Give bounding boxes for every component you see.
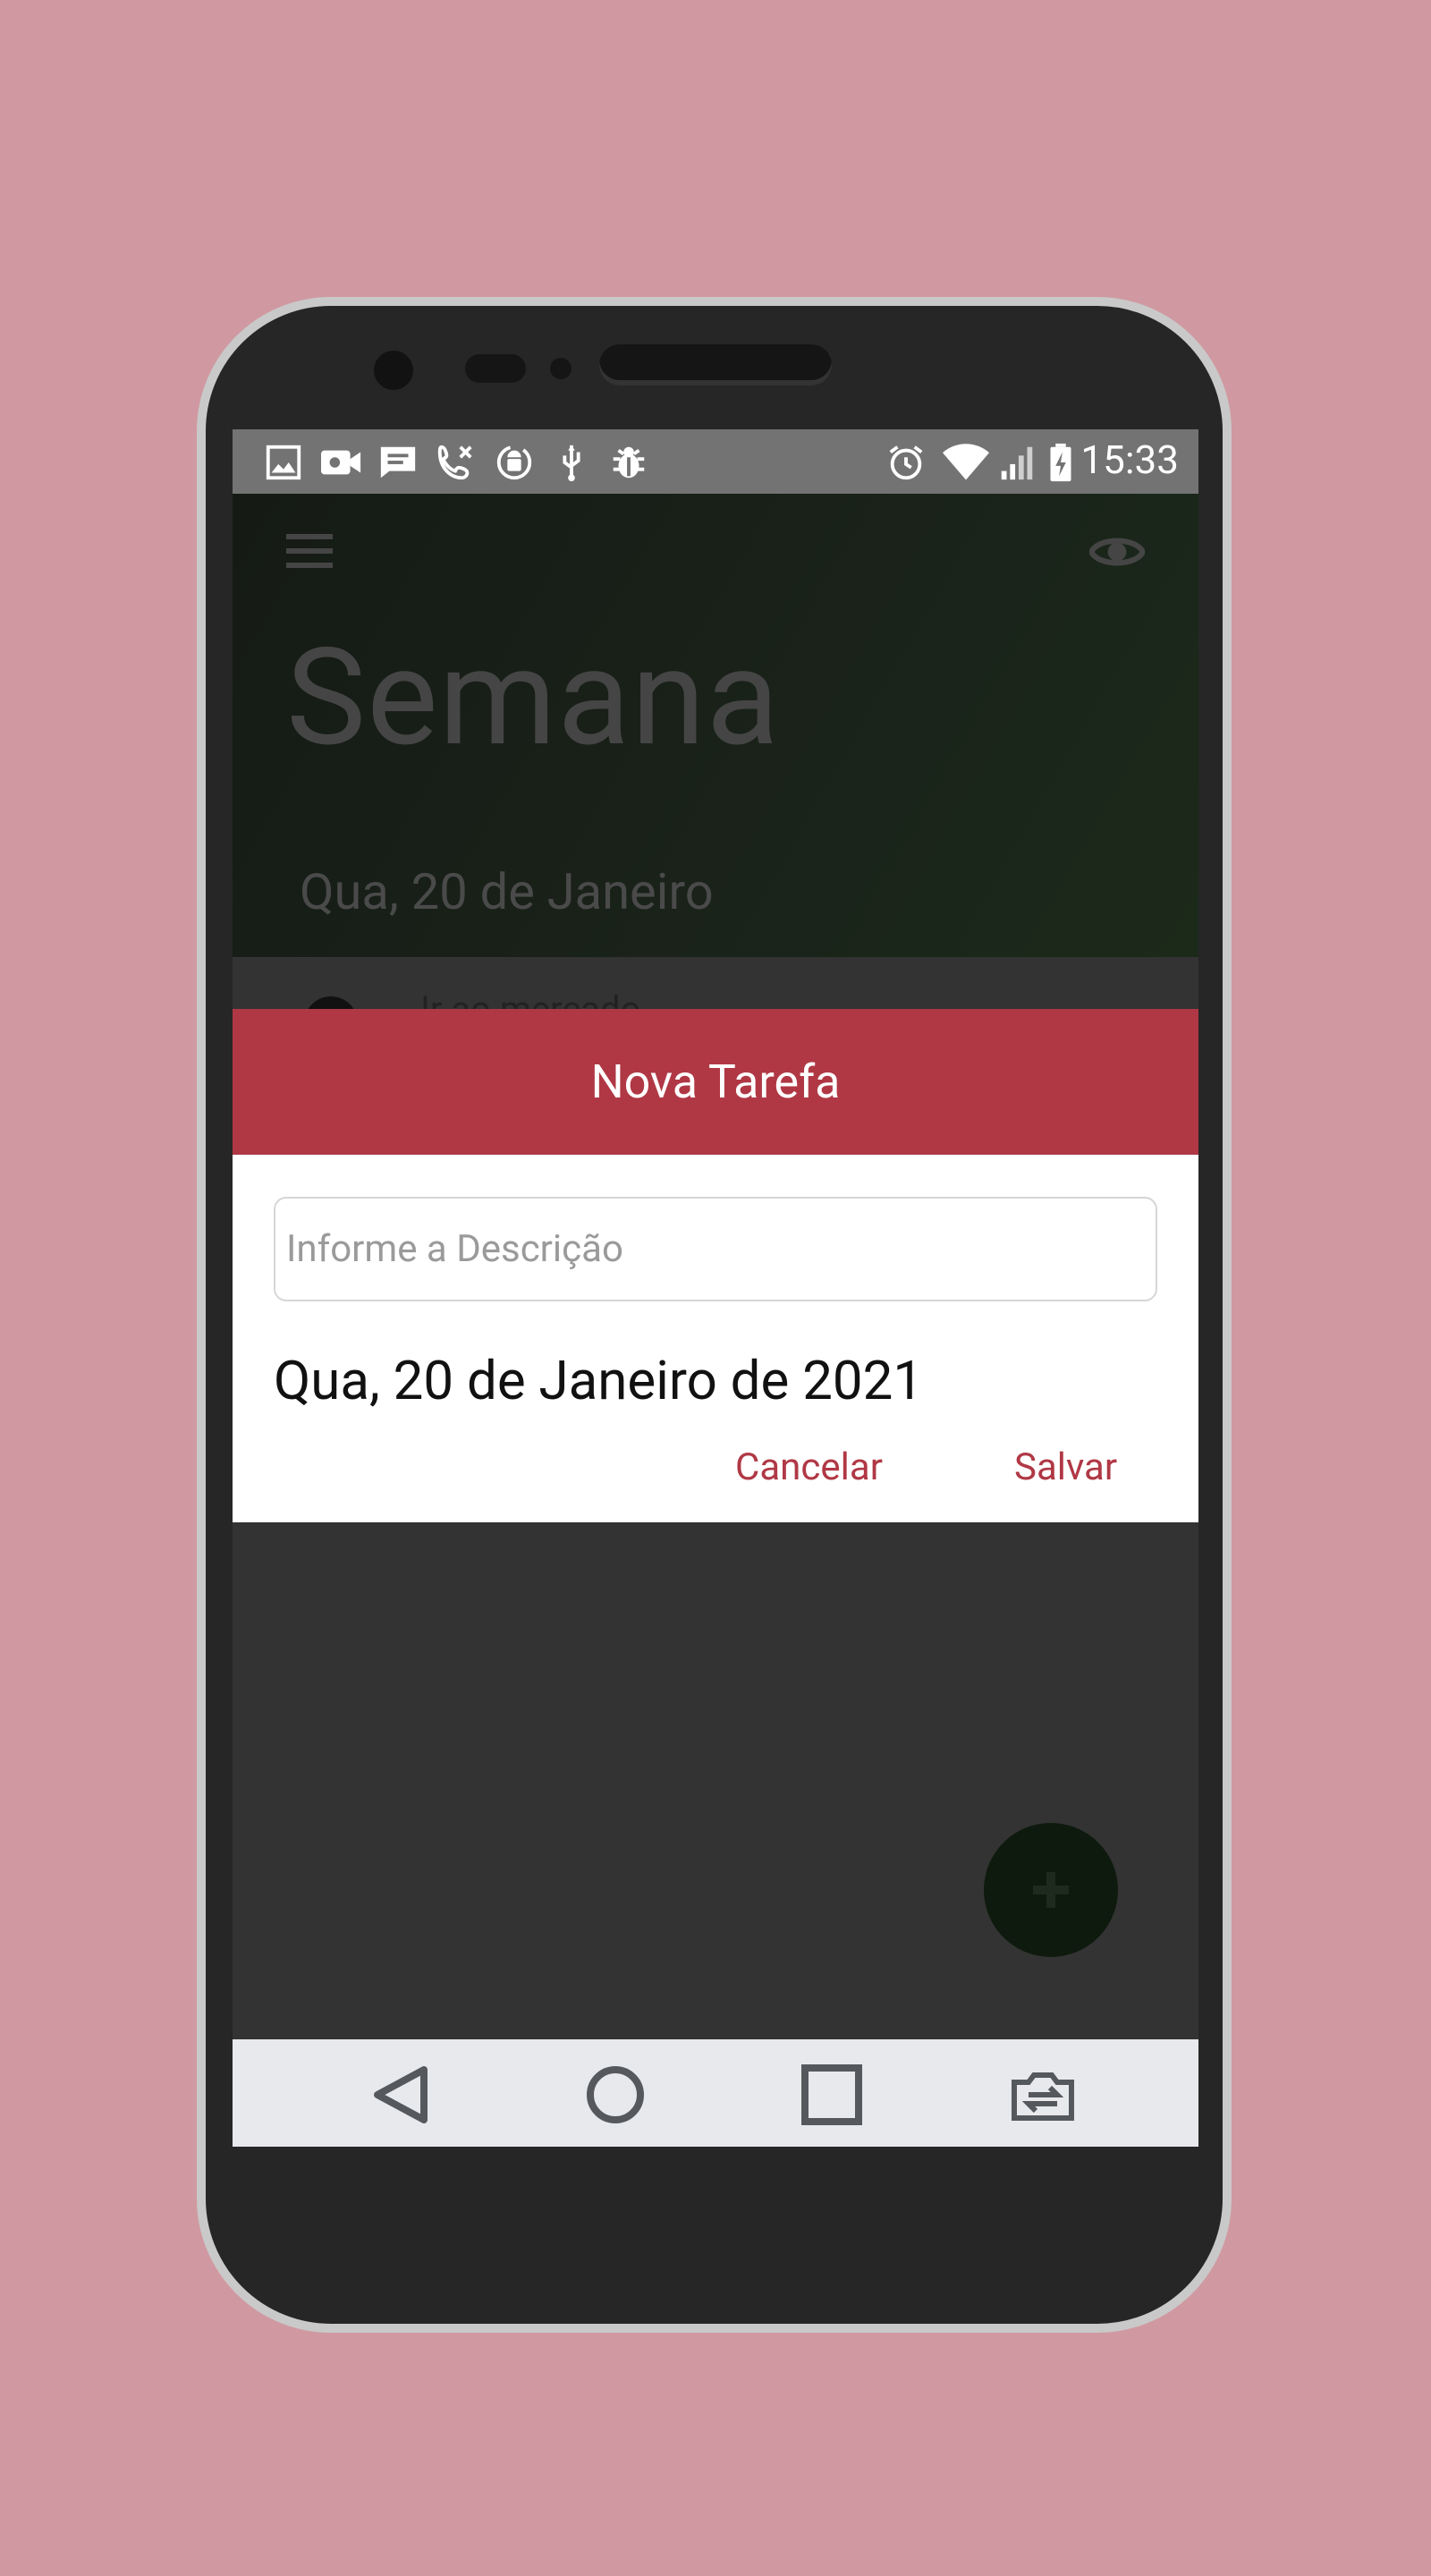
description-input[interactable] — [274, 1197, 1157, 1301]
signal-icon — [1001, 446, 1033, 480]
phone-missed-icon — [437, 445, 472, 480]
save-button[interactable]: Salvar — [1014, 1445, 1117, 1489]
recents-icon[interactable] — [796, 2064, 868, 2125]
eye-icon[interactable] — [1089, 530, 1145, 574]
bug-icon — [613, 446, 645, 479]
header-date: Qua, 20 de Janeiro — [300, 862, 714, 921]
usb-icon — [563, 445, 580, 482]
task-date[interactable]: Qua, 20 de Janeiro de 2021 — [274, 1349, 923, 1412]
sensor — [465, 354, 526, 383]
status-bar: 15:33 — [233, 429, 1198, 494]
status-time: 15:33 — [1080, 436, 1179, 483]
page-title: Semana — [286, 619, 781, 776]
message-icon — [380, 446, 416, 479]
dialog-title: Nova Tarefa — [233, 1009, 1198, 1155]
menu-icon[interactable] — [286, 531, 333, 572]
home-icon[interactable] — [580, 2064, 651, 2125]
alarm-icon — [889, 445, 923, 480]
screen: 15:33 Semana Qua, 20 de Janeiro Ir ao me… — [233, 429, 1198, 2147]
app-header: Semana Qua, 20 de Janeiro — [233, 494, 1198, 957]
rotate-icon[interactable] — [1007, 2064, 1079, 2125]
proximity-sensor — [550, 358, 572, 379]
back-icon[interactable] — [367, 2064, 438, 2125]
new-task-dialog: Nova Tarefa Qua, 20 de Janeiro de 2021 C… — [233, 1009, 1198, 1522]
cancel-button[interactable]: Cancelar — [735, 1445, 883, 1489]
navigation-bar — [233, 2039, 1198, 2147]
wifi-icon — [943, 444, 989, 480]
plus-icon — [1033, 1872, 1069, 1908]
battery-charging-icon — [1050, 443, 1071, 482]
video-icon — [321, 450, 361, 475]
front-camera — [374, 351, 413, 390]
android-sync-icon — [496, 445, 532, 480]
earpiece — [599, 344, 832, 386]
add-task-button[interactable] — [984, 1823, 1118, 1957]
image-icon — [266, 445, 301, 480]
list-area — [233, 957, 1198, 1011]
